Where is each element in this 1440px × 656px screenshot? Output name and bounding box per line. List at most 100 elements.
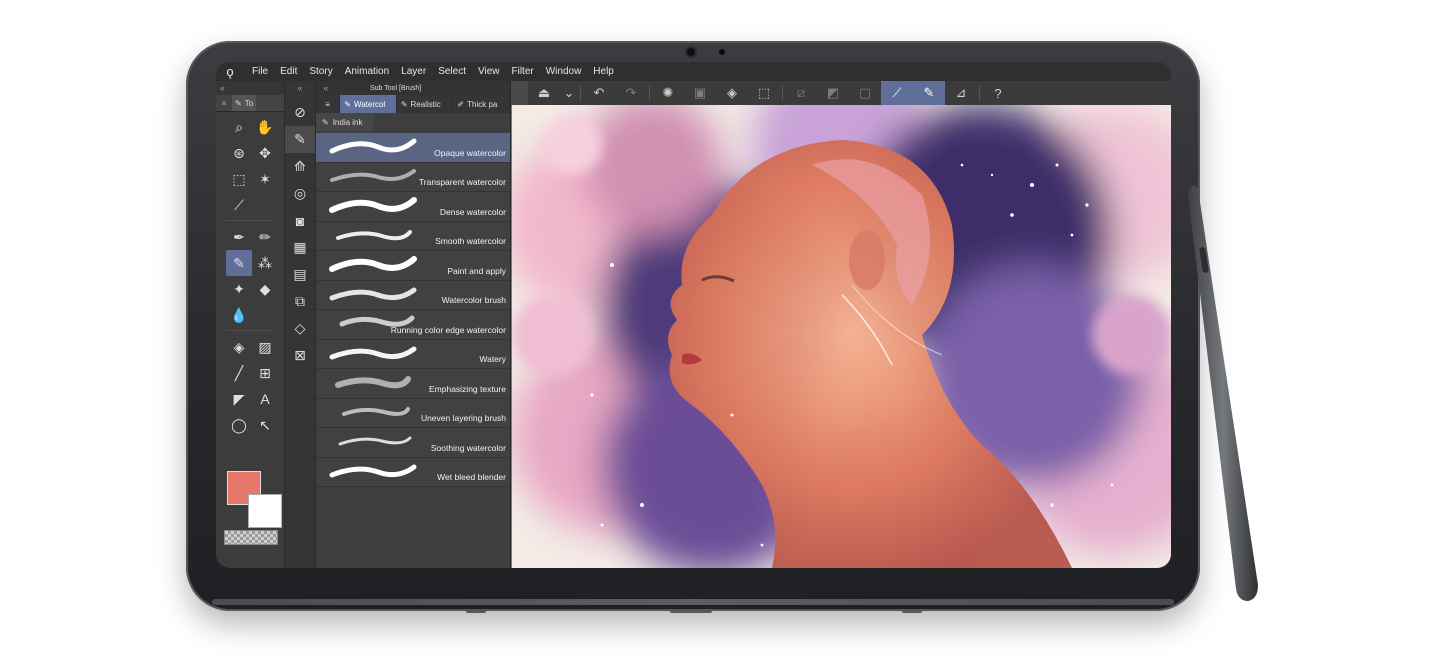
brush-icon[interactable]: ✎ bbox=[226, 250, 252, 276]
layer-property-icon[interactable]: ⧉ bbox=[285, 288, 315, 315]
brush-watercolor-brush[interactable]: Watercolor brush bbox=[316, 280, 510, 310]
crop-icon[interactable]: ▣ bbox=[684, 81, 716, 105]
ruler-icon[interactable]: ⊿ bbox=[945, 81, 977, 105]
s-pen-stylus bbox=[1188, 185, 1258, 601]
canvas-icon[interactable]: ⊠ bbox=[285, 342, 315, 369]
menu-animation[interactable]: Animation bbox=[339, 66, 395, 77]
menu-select[interactable]: Select bbox=[432, 66, 472, 77]
tab-thick-paint[interactable]: ✐ Thick pa bbox=[453, 95, 511, 113]
figure-icon[interactable]: ╱ bbox=[226, 360, 252, 386]
pen-icon[interactable]: ✒ bbox=[226, 224, 252, 250]
magic-wand-icon[interactable]: ✶ bbox=[252, 166, 278, 192]
menu-file[interactable]: File bbox=[244, 66, 274, 77]
help-icon[interactable]: ? bbox=[982, 81, 1014, 105]
collapse-arrow-icon[interactable]: « bbox=[216, 81, 284, 95]
timeline-icon[interactable]: ▤ bbox=[285, 261, 315, 288]
clear-selection-icon[interactable]: ⧄ bbox=[785, 81, 817, 105]
balloon-icon[interactable]: ◯ bbox=[226, 412, 252, 438]
brush-running-color-edge-watercolor[interactable]: Running color edge watercolor bbox=[316, 310, 510, 340]
pen-mode-icon[interactable]: ✎ bbox=[913, 81, 945, 105]
zoom-icon[interactable]: ⌕ bbox=[226, 114, 252, 140]
material-icon[interactable]: ▦ bbox=[285, 234, 315, 261]
tab-india-ink[interactable]: ✎ India ink bbox=[316, 113, 374, 131]
correct-line-icon[interactable]: ↖ bbox=[252, 412, 278, 438]
tool-tab[interactable]: ≡ ✎ To bbox=[216, 95, 284, 112]
brush-wet-bleed-blender[interactable]: Wet bleed blender bbox=[316, 457, 510, 487]
blend-icon[interactable]: 💧 bbox=[226, 302, 252, 328]
subtool-title-bar: « Sub Tool [Brush] bbox=[316, 81, 510, 95]
brush-icon: ✎ bbox=[322, 117, 329, 127]
loading-spinner-icon[interactable]: ✺ bbox=[652, 81, 684, 105]
tab-watercolor[interactable]: ✎ Watercol bbox=[340, 95, 397, 113]
menu-view[interactable]: View bbox=[472, 66, 506, 77]
eyedropper-icon[interactable]: ⟋ bbox=[226, 192, 252, 218]
app-logo-icon[interactable]: ǫ bbox=[216, 64, 244, 79]
menu-icon[interactable]: ≡ bbox=[316, 95, 341, 113]
invert-selection-icon[interactable]: ◩ bbox=[817, 81, 849, 105]
menu-edit[interactable]: Edit bbox=[274, 66, 303, 77]
tab-label: Watercol bbox=[353, 99, 386, 109]
brush-name: Watercolor brush bbox=[441, 295, 506, 305]
sub-color-swatch[interactable] bbox=[248, 494, 282, 528]
decoration-icon[interactable]: ✦ bbox=[226, 276, 252, 302]
command-toolbar: ⏏ ⌄ ↶ ↷ ✺ ▣ ◈ ⬚ ⧄ ◩ ▢ ⟋ ✎ ⊿ ? bbox=[528, 81, 1171, 106]
operation-icon[interactable]: ⊛ bbox=[226, 140, 252, 166]
frame-icon[interactable]: ▢ bbox=[849, 81, 881, 105]
brush-name: Emphasizing texture bbox=[428, 383, 506, 394]
front-camera bbox=[687, 48, 695, 56]
menu-layer[interactable]: Layer bbox=[395, 66, 432, 77]
brush-icon: ✎ bbox=[400, 99, 408, 109]
brush-opaque-watercolor[interactable]: Opaque watercolor bbox=[316, 133, 510, 163]
move-icon[interactable]: ✥ bbox=[252, 140, 278, 166]
fill-icon[interactable]: ◈ bbox=[716, 81, 748, 105]
brush-name: Smooth watercolor bbox=[435, 236, 506, 246]
menu-filter[interactable]: Filter bbox=[505, 66, 539, 77]
gradient-icon[interactable]: ▨ bbox=[252, 334, 278, 360]
text-icon[interactable]: A bbox=[252, 386, 278, 412]
bounding-box-icon[interactable]: ⬚ bbox=[748, 81, 780, 105]
menu-help[interactable]: Help bbox=[587, 66, 620, 77]
brush-uneven-layering-brush[interactable]: Uneven layering brush bbox=[316, 398, 510, 428]
menu-icon[interactable]: ≡ bbox=[216, 99, 232, 108]
pencil-icon[interactable]: ✏ bbox=[252, 224, 278, 250]
ruler-icon[interactable]: ◤ bbox=[226, 386, 252, 412]
tool-grid: ⌕ ✋ ⊛ ✥ ⬚ ✶ ⟋ ✒ ✏ ✎ ⁂ ✦ ◆ 💧 ◈ ▨ ╱ ⊞ ◤ A … bbox=[216, 112, 284, 438]
fill-bucket-icon[interactable]: ◈ bbox=[226, 334, 252, 360]
collapse-arrow-icon[interactable]: « bbox=[316, 83, 336, 93]
frame-border-icon[interactable]: ⊞ bbox=[252, 360, 278, 386]
brush-watery[interactable]: Watery bbox=[316, 339, 510, 369]
app-screen: ǫ File Edit Story Animation Layer Select… bbox=[216, 62, 1171, 568]
chevron-down-icon[interactable]: ⌄ bbox=[560, 81, 578, 105]
airbrush-icon[interactable]: ⁂ bbox=[252, 250, 278, 276]
brush-transparent-watercolor[interactable]: Transparent watercolor bbox=[316, 162, 510, 192]
brush-group-icon[interactable]: ✎ bbox=[285, 126, 315, 153]
brush-soothing-watercolor[interactable]: Soothing watercolor bbox=[316, 428, 510, 458]
color-wheel-icon[interactable]: ◎ bbox=[285, 180, 315, 207]
blank-slot bbox=[252, 192, 278, 218]
transparent-color-swatch[interactable] bbox=[224, 530, 278, 545]
undo-icon[interactable]: ↶ bbox=[583, 81, 615, 105]
tab-realistic[interactable]: ✎ Realistic bbox=[397, 95, 454, 113]
stroke-mode-icon[interactable]: ⟋ bbox=[881, 81, 913, 105]
subtool-panel: « Sub Tool [Brush] ≡ ✎ Watercol ✎ Realisti… bbox=[316, 81, 511, 568]
watercolor-artwork[interactable] bbox=[512, 105, 1171, 568]
brush-smooth-watercolor[interactable]: Smooth watercolor bbox=[316, 221, 510, 251]
brush-stroke-preview bbox=[329, 464, 417, 477]
layers-icon[interactable]: ◇ bbox=[285, 315, 315, 342]
transform-tool-icon[interactable]: ⏏ bbox=[528, 81, 560, 105]
collapse-arrow-icon[interactable]: « bbox=[285, 81, 315, 95]
color-set-icon[interactable]: ◙ bbox=[285, 207, 315, 234]
menu-window[interactable]: Window bbox=[540, 66, 588, 77]
brush-size-icon[interactable]: ⟰ bbox=[285, 153, 315, 180]
redo-icon[interactable]: ↷ bbox=[615, 81, 647, 105]
brush-icon: ✐ bbox=[457, 99, 465, 109]
menu-story[interactable]: Story bbox=[303, 66, 338, 77]
brush-dense-watercolor[interactable]: Dense watercolor bbox=[316, 192, 510, 222]
brush-name: Paint and apply bbox=[447, 265, 506, 276]
navigator-icon[interactable]: ⊘ bbox=[285, 99, 315, 126]
hand-icon[interactable]: ✋ bbox=[252, 114, 278, 140]
brush-emphasizing-texture[interactable]: Emphasizing texture bbox=[316, 369, 510, 399]
brush-paint-and-apply[interactable]: Paint and apply bbox=[316, 251, 510, 281]
selection-icon[interactable]: ⬚ bbox=[226, 166, 252, 192]
eraser-icon[interactable]: ◆ bbox=[252, 276, 278, 302]
